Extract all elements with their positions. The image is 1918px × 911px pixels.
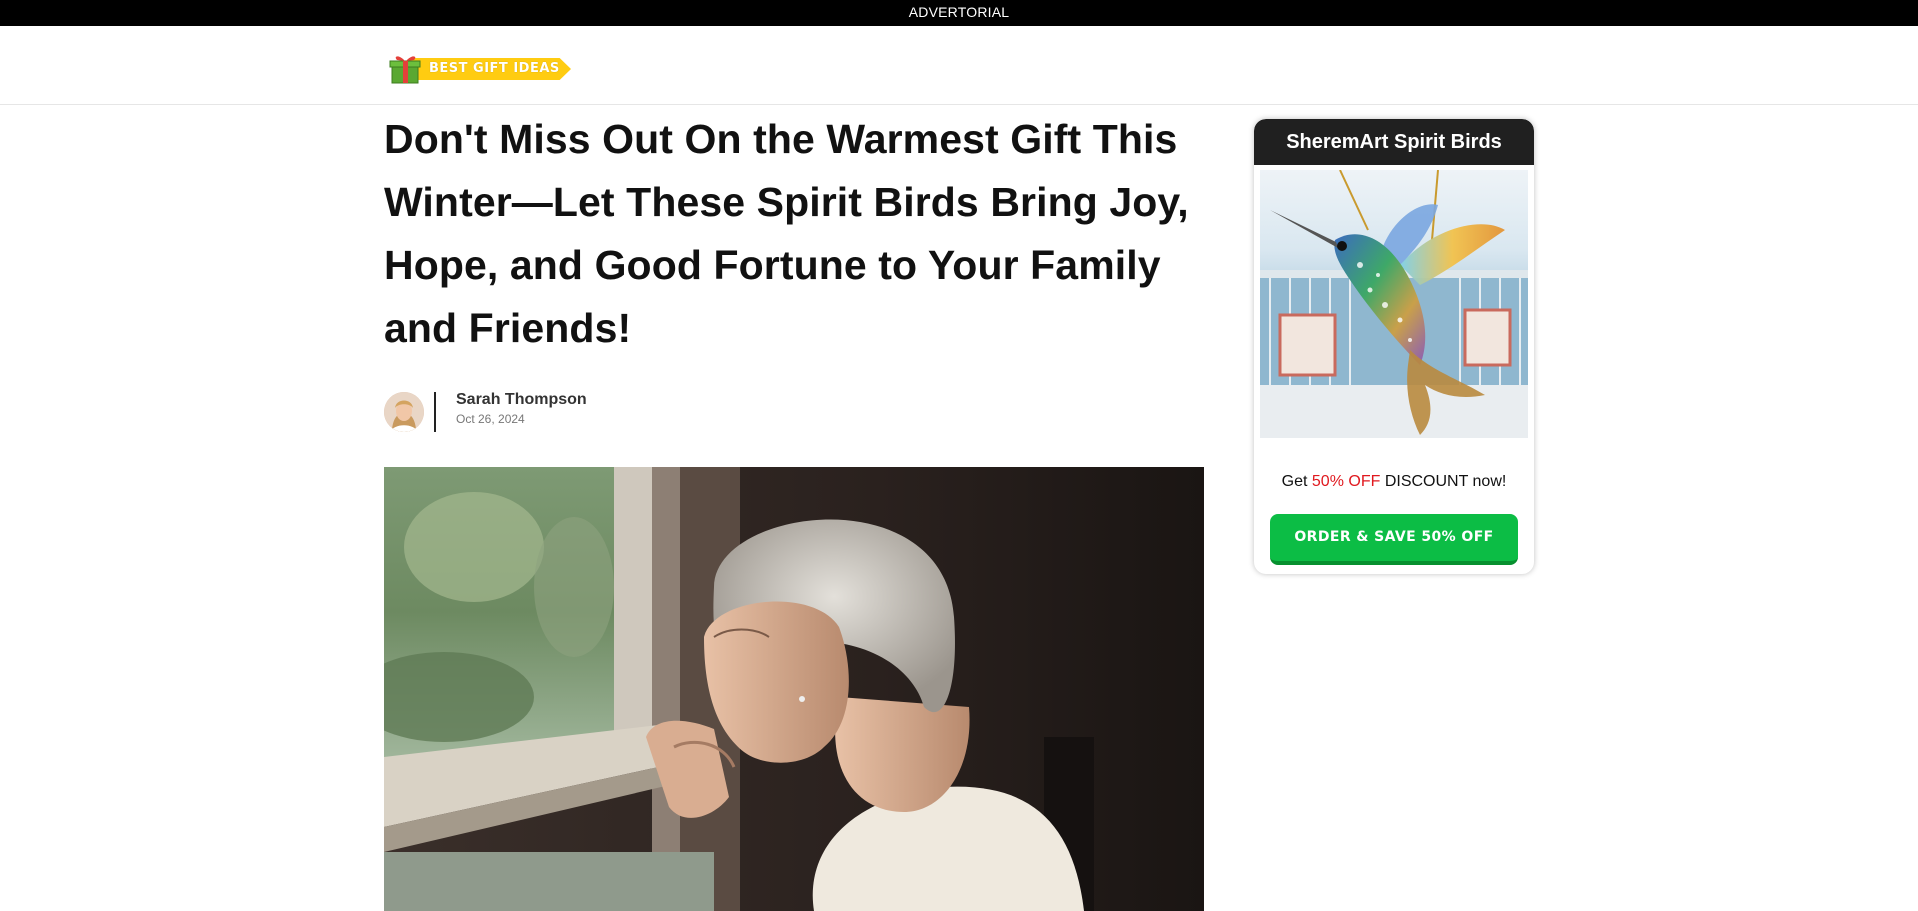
promo-suffix: DISCOUNT now! xyxy=(1380,473,1507,490)
promo-highlight: 50% OFF xyxy=(1311,473,1381,490)
discount-promo: Get 50% OFF DISCOUNT now! xyxy=(1254,473,1534,491)
byline: Sarah Thompson Oct 26, 2024 xyxy=(384,390,784,434)
author-name[interactable]: Sarah Thompson xyxy=(456,391,587,409)
gift-box-icon xyxy=(389,56,421,84)
advertorial-label: ADVERTORIAL xyxy=(908,4,1010,20)
product-image[interactable] xyxy=(1260,170,1528,438)
advertorial-banner: ADVERTORIAL xyxy=(0,0,1918,26)
sidebar-title: SheremArt Spirit Birds xyxy=(1254,119,1534,165)
article-header: Don't Miss Out On the Warmest Gift This … xyxy=(384,108,1204,360)
publish-date: Oct 26, 2024 xyxy=(456,412,525,426)
product-sidebar: SheremArt Spirit Birds Get 50% OFF DISCO… xyxy=(1254,119,1534,574)
hero-image xyxy=(384,467,1204,911)
order-save-button[interactable]: ORDER & SAVE 50% OFF xyxy=(1270,514,1518,565)
site-logo[interactable]: BEST GIFT IDEAS xyxy=(389,54,571,84)
promo-prefix: Get xyxy=(1281,473,1312,490)
article-headline: Don't Miss Out On the Warmest Gift This … xyxy=(384,116,1189,351)
byline-divider xyxy=(434,392,436,432)
site-header: BEST GIFT IDEAS xyxy=(0,26,1918,105)
author-avatar xyxy=(384,392,424,432)
logo-text: BEST GIFT IDEAS xyxy=(429,61,560,76)
